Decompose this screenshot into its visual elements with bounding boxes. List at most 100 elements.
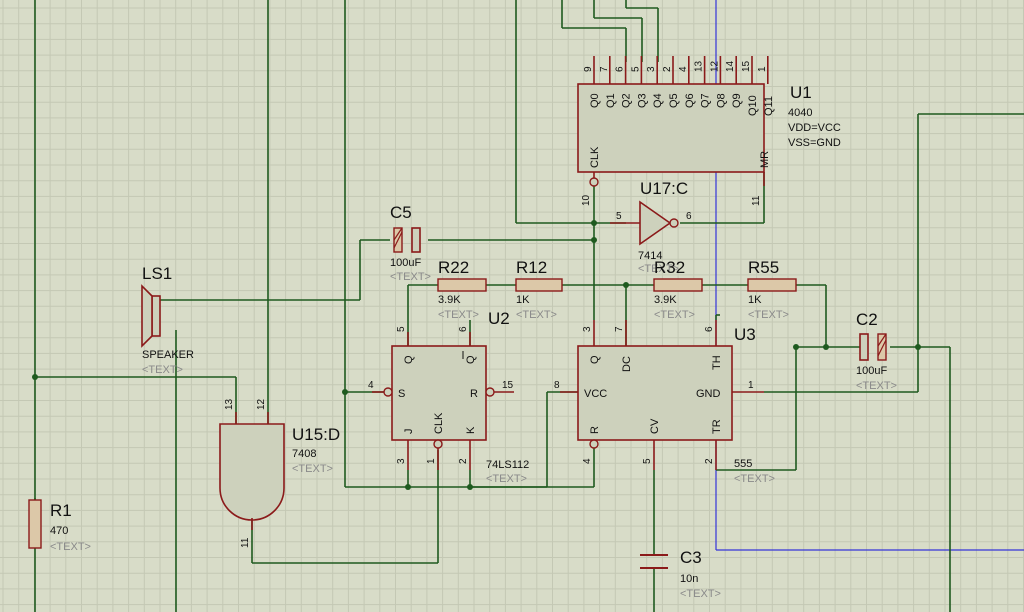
schematic-canvas[interactable]: 9Q07Q16Q25Q33Q42Q54Q613Q712Q814Q915Q101Q… — [0, 0, 1024, 612]
u1-pin-number: 1 — [757, 66, 768, 72]
u1-clk-bubble — [589, 177, 599, 187]
u3-pin-vcc: 8 — [554, 380, 560, 391]
u2-pin-qb: 6 — [458, 326, 469, 332]
u1-clk-label: CLK — [589, 146, 601, 168]
ls1-text: <TEXT> — [142, 364, 183, 376]
c3-value: 10n — [680, 573, 698, 585]
u1-ref: U1 — [790, 83, 812, 102]
u1-pin-label: Q10 — [747, 95, 759, 116]
u17c-pin-in: 5 — [616, 211, 622, 222]
u1-pin-label: Q0 — [589, 93, 601, 108]
u15d-value: 7408 — [292, 448, 316, 460]
u1-pin-number: 6 — [615, 66, 626, 72]
u1-pin-label: Q7 — [700, 93, 712, 108]
u2-pin-k: 2 — [458, 458, 469, 464]
u2-label-j: J — [403, 429, 415, 435]
c3-capacitor[interactable]: C3 10n <TEXT> — [640, 548, 721, 600]
c5-ref: C5 — [390, 203, 412, 222]
r55-resistor[interactable]: R55 1K <TEXT> — [747, 258, 797, 321]
u3-label-r: R — [589, 426, 601, 434]
u1-pin-number: 14 — [725, 60, 736, 72]
c3-ref: C3 — [680, 548, 702, 567]
u1-pin-label: Q11 — [763, 96, 775, 116]
u3-value: 555 — [734, 458, 752, 470]
r12-value: 1K — [516, 294, 530, 306]
u1-pin-number: 12 — [709, 60, 720, 72]
u1-pin-label: Q9 — [731, 93, 743, 108]
u1-pin-label: Q6 — [684, 93, 696, 108]
u1-pin-number: 3 — [646, 66, 657, 72]
u15d-pin-a: 13 — [224, 398, 235, 410]
c2-text: <TEXT> — [856, 380, 897, 392]
u2-ref: U2 — [488, 309, 510, 328]
u2-pin-s: 4 — [368, 380, 374, 391]
u1-pin-number: 13 — [694, 60, 705, 72]
u2-pin-clk: 1 — [426, 458, 437, 464]
u3-pin-dc: 7 — [614, 326, 625, 332]
u1-value: 4040 — [788, 107, 812, 119]
r32-text: <TEXT> — [654, 309, 695, 321]
u2-label-s: S — [398, 388, 405, 400]
u3-label-gnd: GND — [696, 388, 721, 400]
ls1-ref: LS1 — [142, 264, 172, 283]
u1-pin-number: 4 — [678, 66, 689, 72]
u2-label-r: R — [470, 388, 478, 400]
u1-pin-label: Q1 — [605, 93, 617, 108]
u3-label-th: TH — [711, 355, 723, 370]
u2-pin-j: 3 — [396, 458, 407, 464]
u2-label-qb: Q — [465, 355, 477, 364]
u3-555-timer[interactable]: 3 7 6 8 1 4 5 2 Q DC TH VCC GND R CV TR … — [554, 320, 775, 485]
u1-mr-pin: 11 — [751, 195, 762, 206]
u3-pin-gnd: 1 — [748, 380, 754, 391]
r22-resistor[interactable]: R22 3.9K <TEXT> — [437, 258, 487, 321]
r55-ref: R55 — [748, 258, 779, 277]
ls1-speaker[interactable]: LS1 SPEAKER <TEXT> — [141, 264, 194, 376]
u2-label-q: Q — [403, 355, 415, 364]
u1-pin-label: Q3 — [636, 93, 648, 108]
u17c-ref: U17:C — [640, 179, 688, 198]
r32-ref: R32 — [654, 258, 685, 277]
u1-pin-label: Q2 — [621, 93, 633, 108]
u1-prop-vss: VSS=GND — [788, 137, 841, 149]
u1-pin-number: 9 — [583, 66, 594, 72]
u17c-pin-out: 6 — [686, 211, 692, 222]
u1-prop-vdd: VDD=VCC — [788, 122, 841, 134]
u3-pin-cv: 5 — [642, 458, 653, 464]
u3-ref: U3 — [734, 325, 756, 344]
ls1-value: SPEAKER — [142, 349, 194, 361]
u3-label-dc: DC — [621, 356, 633, 372]
r32-value: 3.9K — [654, 294, 677, 306]
u1-pin-label: Q5 — [668, 93, 680, 108]
r12-ref: R12 — [516, 258, 547, 277]
u2-pin-r: 15 — [502, 380, 514, 391]
c2-ref: C2 — [856, 310, 878, 329]
u1-pin-number: 7 — [599, 66, 610, 72]
u1-clk-pin: 10 — [581, 194, 592, 206]
r22-ref: R22 — [438, 258, 469, 277]
u1-pin-label: Q4 — [652, 93, 664, 108]
c3-text: <TEXT> — [680, 588, 721, 600]
r22-value: 3.9K — [438, 294, 461, 306]
r12-resistor[interactable]: R12 1K <TEXT> — [515, 258, 563, 321]
r1-value: 470 — [50, 525, 68, 537]
r22-text: <TEXT> — [438, 309, 479, 321]
r32-resistor[interactable]: R32 3.9K <TEXT> — [653, 258, 703, 321]
u3-label-tr: TR — [711, 419, 723, 434]
u1-pin-number: 15 — [741, 60, 752, 72]
u2-label-clk: CLK — [433, 412, 445, 434]
u3-label-vcc: VCC — [584, 388, 607, 400]
c5-text: <TEXT> — [390, 271, 431, 283]
u15d-ref: U15:D — [292, 425, 340, 444]
c2-value: 100uF — [856, 365, 887, 377]
r55-text: <TEXT> — [748, 309, 789, 321]
u15d-pin-y: 11 — [240, 537, 251, 548]
u1-pin-label: Q8 — [715, 93, 727, 108]
u1-pin-number: 5 — [630, 66, 641, 72]
u2-value: 74LS112 — [486, 459, 529, 471]
u3-pin-tr: 2 — [704, 458, 715, 464]
u3-pin-r: 4 — [582, 458, 593, 464]
u2-text: <TEXT> — [486, 473, 527, 485]
u3-pin-th: 6 — [704, 326, 715, 332]
u3-pin-q: 3 — [582, 326, 593, 332]
u3-label-cv: CV — [649, 418, 661, 434]
